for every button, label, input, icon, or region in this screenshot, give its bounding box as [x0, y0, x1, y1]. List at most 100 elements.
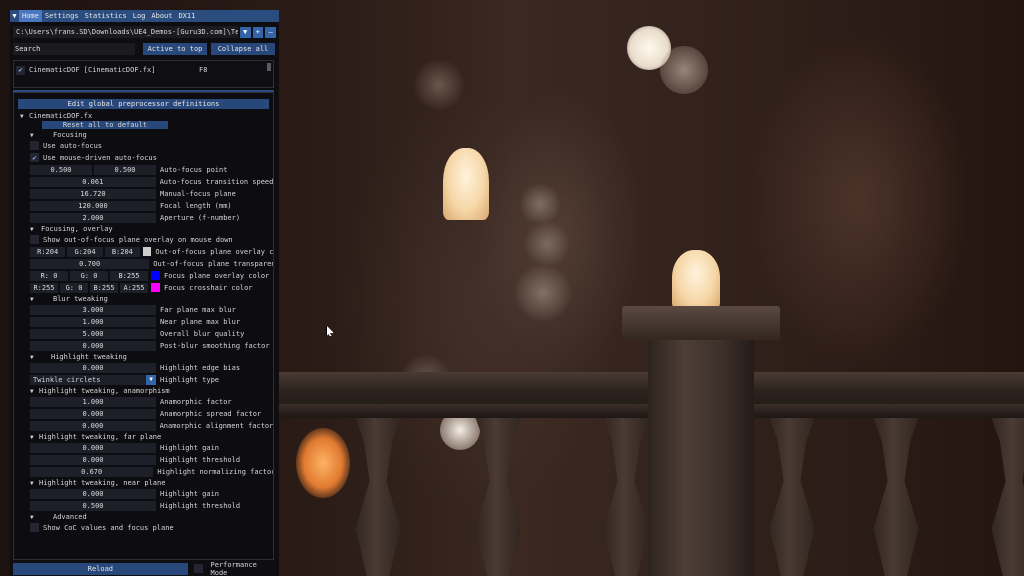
- bokeh-light: [525, 222, 569, 266]
- auto-focus-point-x-slider[interactable]: 0.500: [30, 164, 92, 175]
- highlight-type-select[interactable]: Twinkle circlets ▼: [30, 374, 156, 385]
- param-label: Anamorphic factor: [160, 397, 232, 406]
- section-title: Highlight tweaking, far plane: [39, 432, 162, 441]
- edit-preprocessor-button[interactable]: Edit global preprocessor definitions: [18, 99, 269, 109]
- anamorphic-alignment-slider[interactable]: 0.000: [30, 420, 156, 431]
- use-auto-focus-label: Use auto-focus: [43, 141, 103, 150]
- bokeh-light: [660, 46, 708, 94]
- chevron-down-icon[interactable]: ▼: [146, 374, 156, 385]
- section-far-plane[interactable]: ▼ Highlight tweaking, far plane: [14, 431, 273, 442]
- expand-triangle-icon: ▼: [30, 225, 34, 233]
- auto-focus-point-y-slider[interactable]: 0.500: [94, 164, 156, 175]
- color-swatch[interactable]: [151, 283, 160, 292]
- expand-triangle-icon: ▼: [30, 479, 34, 487]
- transition-speed-slider[interactable]: 0.061: [30, 176, 156, 187]
- section-near-plane[interactable]: ▼ Highlight tweaking, near plane: [14, 477, 273, 488]
- performance-mode-label: Performance Mode: [210, 560, 257, 576]
- show-coc-row[interactable]: Show CoC values and focus plane: [14, 522, 273, 533]
- param-label: Focus plane overlay color: [164, 271, 270, 280]
- cross-color-b-field[interactable]: B:255: [90, 282, 118, 293]
- tab-statistics[interactable]: Statistics: [82, 10, 130, 22]
- performance-mode-checkbox[interactable]: [193, 564, 203, 573]
- show-coc-checkbox[interactable]: [30, 523, 39, 532]
- tab-log[interactable]: Log: [130, 10, 149, 22]
- param-label: Highlight type: [160, 375, 220, 384]
- use-mouse-focus-row[interactable]: ✔ Use mouse-driven auto-focus: [14, 152, 273, 163]
- reset-all-button[interactable]: Reset all to default: [42, 121, 168, 129]
- anamorphic-factor-slider[interactable]: 1.000: [30, 396, 156, 407]
- bokeh-light: [296, 428, 350, 498]
- fp-color-b-field[interactable]: B:255: [110, 270, 148, 281]
- effect-enabled-checkbox[interactable]: ✔: [16, 65, 25, 75]
- reshade-overlay-window: ▼ Home Settings Statistics Log About DX1…: [10, 10, 279, 576]
- near-threshold-slider[interactable]: 0.500: [30, 500, 156, 511]
- focal-length-slider[interactable]: 120.000: [30, 200, 156, 211]
- search-input[interactable]: Search: [13, 43, 135, 55]
- section-blur-tweaking[interactable]: ▼ Blur tweaking: [14, 293, 273, 304]
- param-label: Highlight edge bias: [160, 363, 241, 372]
- baluster: [873, 418, 919, 576]
- collapse-window-icon[interactable]: ▼: [10, 10, 19, 22]
- add-preset-button[interactable]: +: [252, 26, 264, 38]
- blur-quality-slider[interactable]: 5.000: [30, 328, 156, 339]
- cross-color-g-field[interactable]: G: 0: [60, 282, 88, 293]
- transition-speed-row: 0.061 Auto-focus transition speed: [14, 176, 273, 187]
- far-gain-slider[interactable]: 0.000: [30, 442, 156, 453]
- param-label: Far plane max blur: [160, 305, 236, 314]
- far-max-slider[interactable]: 3.000: [30, 304, 156, 315]
- fp-color-r-field[interactable]: R: 0: [30, 270, 68, 281]
- footer: Reload Performance Mode: [13, 560, 276, 576]
- preset-dropdown-icon[interactable]: ▼: [239, 26, 251, 38]
- reload-button[interactable]: Reload: [13, 562, 188, 575]
- collapse-all-button[interactable]: Collapse all: [211, 43, 275, 55]
- far-threshold-row: 0.000 Highlight threshold: [14, 454, 273, 465]
- show-overlay-row[interactable]: Show out-of-focus plane overlay on mouse…: [14, 234, 273, 245]
- section-anamorphism[interactable]: ▼ Highlight tweaking, anamorphism: [14, 385, 273, 396]
- cross-color-r-field[interactable]: R:255: [30, 282, 58, 293]
- use-auto-focus-row[interactable]: Use auto-focus: [14, 140, 273, 151]
- tab-about[interactable]: About: [148, 10, 175, 22]
- section-focusing-overlay[interactable]: ▼ Focusing, overlay: [14, 223, 273, 234]
- remove-preset-button[interactable]: –: [265, 26, 277, 38]
- baluster: [991, 418, 1024, 576]
- far-threshold-slider[interactable]: 0.000: [30, 454, 156, 465]
- manual-focus-plane-slider[interactable]: 16.720: [30, 188, 156, 199]
- oof-transparency-slider[interactable]: 0.700: [30, 258, 150, 269]
- anamorphic-factor-row: 1.000 Anamorphic factor: [14, 396, 273, 407]
- oof-color-b-field[interactable]: B:204: [104, 246, 141, 257]
- post-smoothing-slider[interactable]: 0.000: [30, 340, 156, 351]
- list-item[interactable]: ✔ CinematicDOF [CinematicDOF.fx] F8: [16, 64, 265, 76]
- active-to-top-button[interactable]: Active to top: [143, 43, 207, 55]
- aperture-slider[interactable]: 2.000: [30, 212, 156, 223]
- anamorphic-spread-slider[interactable]: 0.000: [30, 408, 156, 419]
- auto-focus-point-row: 0.500 0.500 Auto-focus point: [14, 164, 273, 175]
- scrollbar[interactable]: [267, 63, 271, 71]
- preset-path-field[interactable]: C:\Users\frans.SD\Downloads\UE4_Demos-[G…: [13, 26, 238, 38]
- far-normalizing-slider[interactable]: 0.670: [30, 466, 154, 477]
- tab-dx11[interactable]: DX11: [175, 10, 198, 22]
- edge-bias-slider[interactable]: 0.000: [30, 362, 156, 373]
- oof-color-g-field[interactable]: G:204: [67, 246, 103, 257]
- expand-triangle-icon: ▼: [30, 295, 34, 303]
- baluster: [769, 418, 815, 576]
- color-swatch[interactable]: [143, 247, 152, 256]
- post-smoothing-row: 0.000 Post-blur smoothing factor: [14, 340, 273, 351]
- cross-color-a-field[interactable]: A:255: [120, 282, 148, 293]
- use-mouse-focus-checkbox[interactable]: ✔: [30, 153, 39, 162]
- tab-settings[interactable]: Settings: [42, 10, 82, 22]
- color-swatch[interactable]: [151, 271, 160, 280]
- show-overlay-checkbox[interactable]: [30, 235, 39, 244]
- use-auto-focus-checkbox[interactable]: [30, 141, 39, 150]
- effect-tree-header[interactable]: ▼ CinematicDOF.fx: [14, 110, 273, 121]
- expand-triangle-icon: ▼: [30, 387, 34, 395]
- section-focusing[interactable]: ▼ Focusing: [14, 129, 273, 140]
- section-highlight-tweaking[interactable]: ▼ Highlight tweaking: [14, 351, 273, 362]
- near-max-slider[interactable]: 1.000: [30, 316, 156, 327]
- near-gain-slider[interactable]: 0.000: [30, 488, 156, 499]
- tab-home[interactable]: Home: [19, 10, 42, 22]
- section-title: Highlight tweaking: [51, 352, 127, 361]
- fp-color-g-field[interactable]: G: 0: [70, 270, 108, 281]
- expand-triangle-icon: ▼: [30, 513, 34, 521]
- section-advanced[interactable]: ▼ Advanced: [14, 511, 273, 522]
- oof-color-r-field[interactable]: R:204: [30, 246, 66, 257]
